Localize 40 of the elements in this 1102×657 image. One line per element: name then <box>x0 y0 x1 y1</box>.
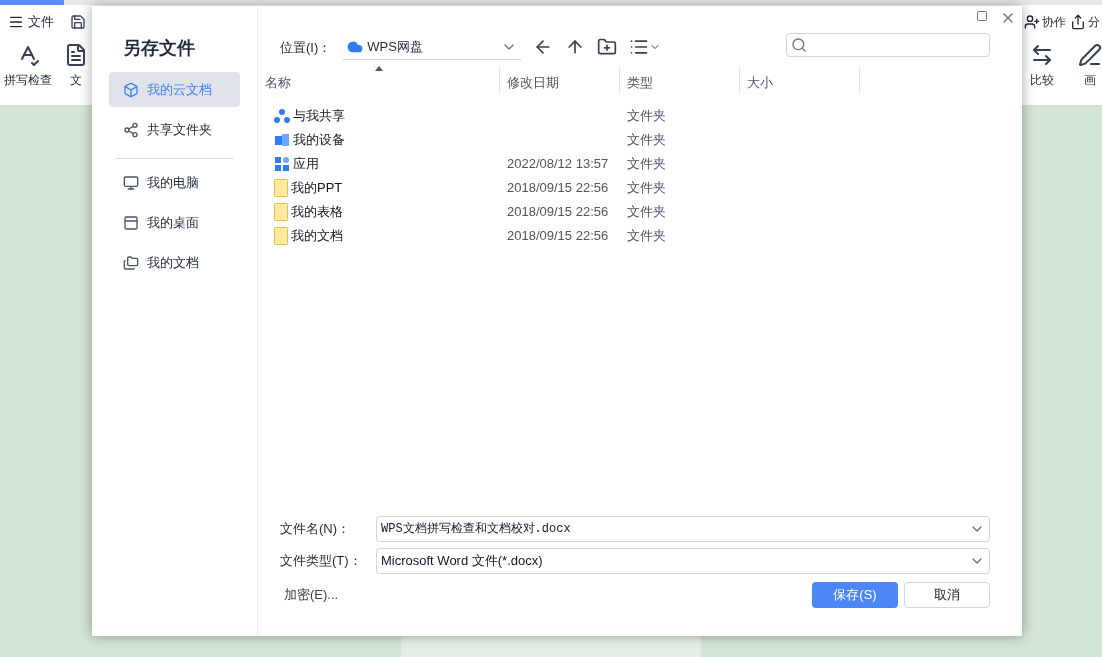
type-cell: 文件夹 <box>627 156 666 172</box>
file-name[interactable]: 我的PPT <box>291 178 343 198</box>
ribbon-button[interactable]: 文 <box>64 43 88 89</box>
file-name[interactable]: 应用 <box>293 154 319 174</box>
type-cell: 文件夹 <box>627 108 666 124</box>
ribbon-button[interactable]: 比较 <box>1030 43 1054 89</box>
date-cell: 2018/09/15 22:56 <box>507 228 609 244</box>
share-button[interactable]: 分 <box>1070 13 1100 31</box>
filename-field[interactable]: WPS文档拼写检查和文档校对.docx <box>376 516 990 542</box>
date-cell: 2018/09/15 22:56 <box>507 204 609 220</box>
type-cell: 文件夹 <box>627 204 666 220</box>
cancel-button[interactable]: 取消 <box>904 582 990 608</box>
column-header[interactable]: 名称 <box>258 66 500 94</box>
location-dropdown[interactable]: WPS网盘 <box>343 34 522 60</box>
file-name[interactable]: 我的设备 <box>293 130 345 150</box>
column-header[interactable]: 修改日期 <box>500 66 620 94</box>
collaborate-button[interactable]: 协作 <box>1024 13 1066 31</box>
sidebar-item[interactable]: 我的文档 <box>109 245 240 280</box>
sidebar-item[interactable]: 我的电脑 <box>109 165 240 200</box>
date-cell: 2022/08/12 13:57 <box>507 156 609 172</box>
type-cell: 文件夹 <box>627 228 666 244</box>
date-cell: 2018/09/15 22:56 <box>507 180 609 196</box>
column-header[interactable]: 大小 <box>740 66 860 94</box>
filetype-label: 文件类型(T)： <box>280 552 363 571</box>
type-cell: 文件夹 <box>627 132 666 148</box>
file-menu[interactable]: 文件 <box>8 12 54 32</box>
file-name[interactable]: 与我共享 <box>293 106 345 126</box>
dialog-title: 另存文件 <box>122 37 196 60</box>
file-name[interactable]: 我的表格 <box>291 202 343 222</box>
ribbon-button[interactable]: 拼写检查 <box>4 43 52 89</box>
type-cell: 文件夹 <box>627 180 666 196</box>
sidebar-item[interactable]: 共享文件夹 <box>109 112 240 147</box>
location-label: 位置(I)： <box>280 38 332 57</box>
file-name[interactable]: 我的文档 <box>291 226 343 246</box>
ribbon-button[interactable]: 画 <box>1078 43 1102 89</box>
filename-label: 文件名(N)： <box>280 520 352 539</box>
sidebar-item[interactable]: 我的桌面 <box>109 205 240 240</box>
column-header[interactable]: 类型 <box>620 66 740 94</box>
filetype-dropdown[interactable]: Microsoft Word 文件(*.docx) <box>376 548 990 574</box>
encrypt-link[interactable]: 加密(E)... <box>284 585 339 605</box>
